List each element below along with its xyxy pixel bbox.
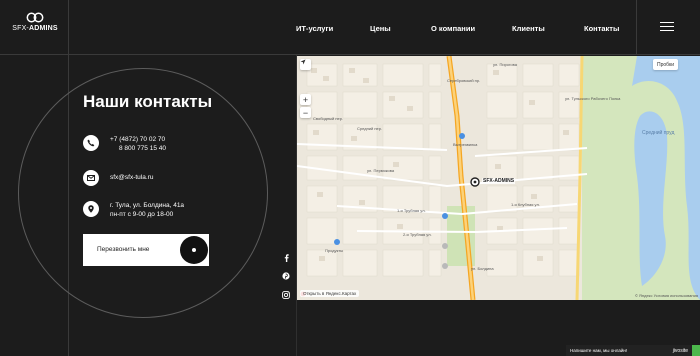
traffic-label: Пробки bbox=[657, 61, 674, 68]
page-title: Наши контакты bbox=[83, 92, 213, 111]
street-label: 1-я Клубная ул. bbox=[511, 202, 540, 207]
top-bar: SFX-ADMINS ИТ-услуги Цены О компании Кли… bbox=[0, 0, 700, 55]
geolocation-icon[interactable] bbox=[300, 59, 311, 70]
callback-button[interactable]: Перезвонить мне bbox=[83, 234, 209, 266]
street-label: Свободный пер. bbox=[313, 116, 344, 121]
open-in-yandex-label: Открыть в Яндекс.Картах bbox=[303, 291, 357, 296]
traffic-button[interactable]: Пробки bbox=[653, 59, 678, 70]
divider bbox=[68, 0, 69, 55]
open-in-yandex-link[interactable]: Открыть в Яндекс.Картах bbox=[300, 290, 360, 297]
callback-circle-icon bbox=[180, 236, 208, 264]
instagram-icon[interactable] bbox=[281, 290, 291, 300]
map-copyright: © Яндекс Условия использования bbox=[634, 293, 698, 298]
office-marker-label[interactable]: SFX-ADMINS bbox=[482, 178, 516, 184]
street-label: Средний пер. bbox=[357, 126, 383, 131]
street-label: ул. Пирогова bbox=[493, 62, 517, 67]
live-chat-widget[interactable]: Напишите нам, мы онлайн! jivosite bbox=[566, 345, 700, 356]
yandex-map[interactable]: Серебровский пр. ул. Пирогова ул. Пермяк… bbox=[297, 56, 700, 300]
poi-label: Вытрезвилка bbox=[453, 142, 478, 147]
logo-text: SFX-ADMINS bbox=[12, 25, 58, 32]
logo[interactable]: SFX-ADMINS bbox=[10, 12, 60, 42]
street-label: ул. Болдина bbox=[471, 266, 494, 271]
working-hours: пн-пт с 9-00 до 18-00 bbox=[110, 211, 174, 218]
nav-item-contacts[interactable]: Контакты bbox=[584, 24, 619, 33]
divider bbox=[636, 0, 637, 55]
logo-icon bbox=[26, 12, 44, 23]
chat-brand: jivosite bbox=[672, 347, 688, 354]
menu-burger-icon[interactable] bbox=[660, 22, 674, 32]
address-text: г. Тула, ул. Болдина, 41а bbox=[110, 202, 185, 209]
nav-item-about[interactable]: О компании bbox=[431, 24, 475, 33]
email-link[interactable]: sfx@sfx-tula.ru bbox=[110, 173, 153, 182]
zoom-in-button[interactable]: + bbox=[300, 94, 311, 105]
nav-item-prices[interactable]: Цены bbox=[370, 24, 391, 33]
mail-icon bbox=[83, 170, 99, 186]
callback-label: Перезвонить мне bbox=[97, 246, 150, 253]
nav-item-clients[interactable]: Клиенты bbox=[512, 24, 545, 33]
lake-label: Средний пруд bbox=[642, 130, 675, 136]
street-label: 2-я Трубная ул. bbox=[403, 232, 432, 237]
street-label: Серебровский пр. bbox=[447, 78, 481, 83]
nav-item-it-services[interactable]: ИТ-услуги bbox=[296, 24, 333, 33]
street-label: 1-я Трубная ул. bbox=[397, 208, 426, 213]
facebook-icon[interactable] bbox=[281, 253, 291, 263]
poi-label: Продукты bbox=[325, 248, 344, 253]
zoom-out-button[interactable]: − bbox=[300, 107, 311, 118]
street-label: ул. Пермяковa bbox=[367, 168, 395, 173]
chat-message: Напишите нам, мы онлайн! bbox=[570, 348, 628, 353]
phone-icon bbox=[83, 135, 99, 151]
phone-number-1[interactable]: +7 (4872) 70 02 70 bbox=[110, 135, 166, 144]
contact-address: г. Тула, ул. Болдина, 41а пн-пт с 9-00 д… bbox=[83, 201, 184, 219]
pinterest-icon[interactable] bbox=[281, 271, 291, 281]
chat-status-indicator bbox=[692, 345, 700, 356]
location-pin-icon bbox=[83, 201, 99, 217]
phone-number-2[interactable]: 8 800 775 15 40 bbox=[110, 144, 166, 153]
street-label: ул. Тульского Рабочего Полка bbox=[565, 96, 621, 101]
contact-email: sfx@sfx-tula.ru bbox=[83, 170, 153, 186]
contact-phone: +7 (4872) 70 02 70 8 800 775 15 40 bbox=[83, 135, 166, 153]
